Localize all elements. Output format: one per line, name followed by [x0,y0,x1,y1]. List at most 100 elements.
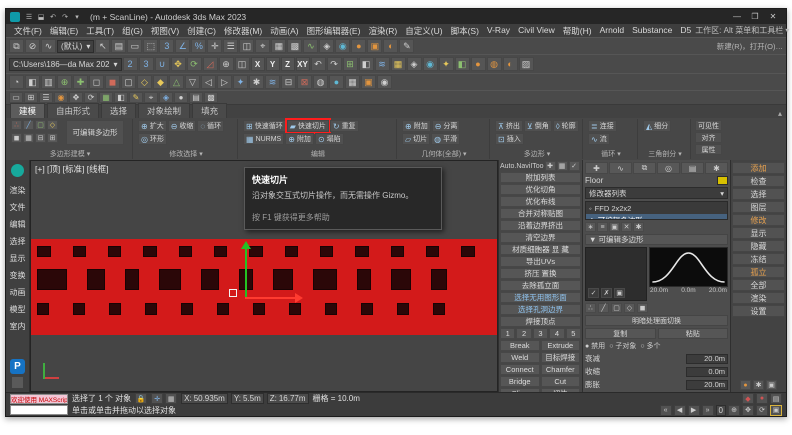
dock-item[interactable]: 选择 [10,233,26,250]
ribbon-button[interactable]: ⊼挤出 [495,120,523,132]
viewport-box[interactable] [431,269,447,290]
viewport-bg-icon[interactable]: ▨ [519,57,534,71]
plugin-button[interactable]: 附加列表 [500,172,581,183]
plugin-button[interactable]: Connect [500,364,540,375]
viewport-box[interactable] [433,303,445,315]
viewport-box[interactable] [37,269,67,290]
settings-icon[interactable]: ✱ [753,380,764,390]
unlink-icon[interactable]: ⊘ [25,39,40,53]
dock-button[interactable]: 孤立 [732,266,785,278]
add-icon[interactable]: ✚ [545,161,556,171]
zoom-icon[interactable]: ⊕ [728,405,740,416]
hierarchy-tab-icon[interactable]: ⧉ [633,162,656,174]
orbit-icon[interactable]: ⟳ [756,405,768,416]
maxscript-mini-listener[interactable]: 欢迎使用 MAXScript。 [10,394,68,404]
ribbon-tab[interactable]: 对象绘制 [138,103,190,118]
layers-icon[interactable]: ▦ [391,57,406,71]
align-icon[interactable]: ⌖ [144,92,158,103]
modify-tab-icon[interactable]: ∿ [609,162,632,174]
ribbon-button[interactable]: ∿流 [588,133,610,145]
ribbon-button[interactable]: ◌循环 [197,120,224,132]
material-icon[interactable]: ◉ [423,57,438,71]
material-editor-icon[interactable]: ◉ [335,39,350,53]
ribbon-button[interactable]: ⊖分离 [432,120,461,132]
viewport-box[interactable] [109,303,121,315]
schematic-view-icon[interactable]: ◈ [319,39,334,53]
dock-button[interactable]: 隐藏 [732,240,785,252]
create-icon[interactable]: ✚ [73,75,88,89]
viewport-box[interactable] [201,269,219,290]
plugin-button[interactable]: 沿着边界挤出 [500,220,581,231]
cross-box-icon[interactable]: ⊠ [297,75,312,89]
window-crossing-icon[interactable]: ⬚ [143,39,158,53]
percent-snap-icon[interactable]: % [191,39,206,53]
rollout-header[interactable]: ▼ 可编辑多边形 [585,234,728,245]
gem-icon[interactable]: ◆ [153,75,168,89]
angle-snap-icon[interactable]: ∠ [175,39,190,53]
workspace-selector[interactable]: 工作区: Alt 菜单和工具栏 ▾ [695,25,789,36]
close-button[interactable]: ✕ [764,12,782,21]
viewport-box[interactable] [249,246,263,257]
digit-button[interactable]: 1 [500,328,515,339]
ribbon-button[interactable]: ⊻倒角 [524,120,552,132]
edge-icon[interactable]: ╱ [598,303,609,313]
render-box-icon[interactable]: ▣ [361,75,376,89]
plugin-button[interactable]: Extrude [541,340,581,351]
plugin-button[interactable]: 清空边界 [500,232,581,243]
array-icon[interactable]: ⊞ [24,92,38,103]
rect-region-icon[interactable]: ▭ [127,39,142,53]
viewport-box[interactable] [125,269,139,290]
menu-item[interactable]: 渲染(R) [364,25,401,37]
dock-button[interactable]: 图层 [732,201,785,213]
box-icon[interactable]: ▣ [614,288,625,298]
menu-item[interactable]: 编辑(E) [46,25,82,37]
dotted-circle-icon[interactable]: ◍ [313,75,328,89]
ribbon-side-button[interactable]: 对齐 [695,132,722,143]
section-label[interactable]: 多边形 ▾ [495,148,579,159]
viewport-box[interactable] [108,246,121,257]
viewport-box[interactable] [214,246,227,257]
viewport[interactable]: [+] [顶] [标准] [线框] [30,160,498,392]
border-icon[interactable]: ▢ [35,120,46,130]
waves-icon[interactable]: ≋ [265,75,280,89]
viewport-box[interactable] [143,246,157,257]
selection-filter-dropdown[interactable]: (默认) ▾ [57,40,94,53]
mirror-icon[interactable]: ◫ [239,39,254,53]
ribbon-button[interactable]: ◭细分 [643,120,671,132]
viewport-box[interactable] [217,303,229,315]
viewport-box[interactable] [391,246,404,257]
viewport-box[interactable] [37,246,51,257]
ribbon-button[interactable]: ↻重复 [330,120,359,132]
select-by-name-icon[interactable]: ▤ [111,39,126,53]
ribbon-button[interactable]: ⊡插入 [495,133,524,145]
tri-left-icon[interactable]: ◁ [201,75,216,89]
grid-mode-icon[interactable]: ▦ [165,393,177,404]
digit-button[interactable]: 4 [549,328,564,339]
menu-item[interactable]: 视图(V) [147,25,183,37]
element-icon[interactable]: ◼ [11,133,22,143]
dock-item[interactable]: 文件 [10,199,26,216]
diamond-icon[interactable]: ◇ [137,75,152,89]
dock-item[interactable]: 渲染 [10,182,26,199]
menu-item[interactable]: 文件(F) [10,25,46,37]
ribbon-button[interactable]: ⊕附加 [285,133,314,145]
axis-constraint-button[interactable]: Y [266,57,280,71]
render-setup-icon[interactable]: ● [351,39,366,53]
modifier-stack-item[interactable]: ◆ 可编辑多边形 [586,214,727,220]
viewport-box[interactable] [426,246,439,257]
plugin-button[interactable]: 优化切角 [500,184,581,195]
axis-constraint-button[interactable]: XY [296,57,310,71]
ribbon-tab[interactable]: 填充 [192,103,227,118]
ribbon-side-button[interactable]: 可见性 [695,120,722,131]
plugin-button[interactable]: Break [500,340,540,351]
target-icon[interactable]: ◉ [377,75,392,89]
set-key-icon[interactable]: ◆ [742,393,754,404]
list-icon[interactable]: ☰ [39,92,53,103]
axis-constraint-button[interactable]: X [251,57,265,71]
render-teapot-icon[interactable]: ● [471,57,486,71]
plugin-button[interactable]: Weld [500,352,540,363]
snap-3d-icon[interactable]: 3 [139,57,154,71]
dock-button[interactable]: 冻结 [732,253,785,265]
maximize-viewport-icon[interactable]: ▣ [770,405,782,416]
viewport-label[interactable]: [+] [顶] [标准] [线框] [35,163,108,175]
